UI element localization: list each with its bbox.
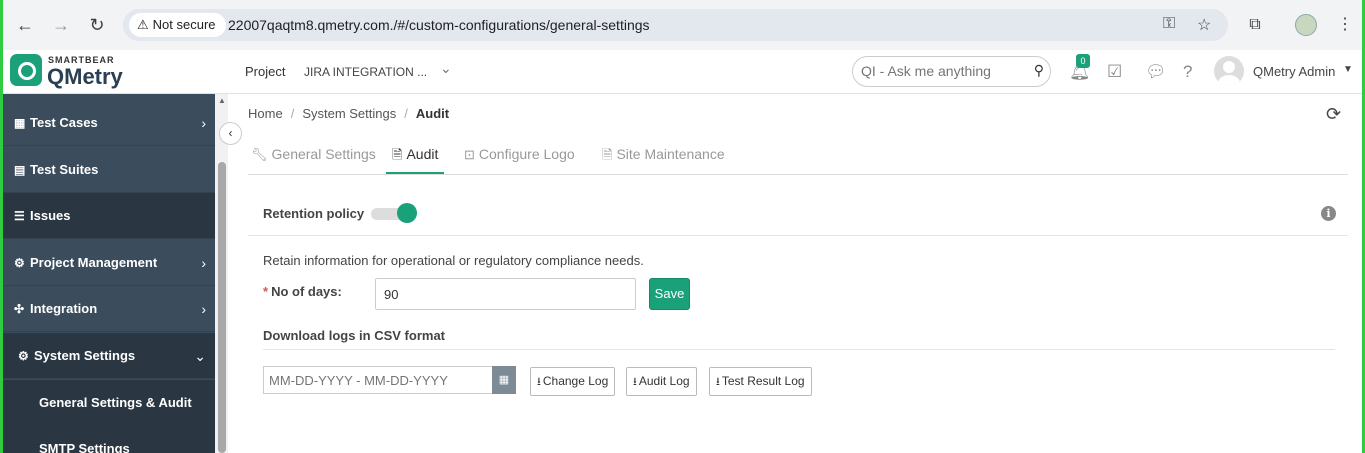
logo-brand-name: QMetry [47, 64, 123, 89]
chevron-right-icon: › [201, 255, 206, 271]
date-range-input[interactable] [263, 366, 493, 394]
project-label: Project [245, 64, 286, 79]
download-logs-title: Download logs in CSV format [263, 328, 446, 343]
sidebar: ▦ Test Cases › ▤ Test Suites ☰ Issues ⚙ Proje… [3, 94, 215, 453]
breadcrumb-current: Audit [415, 106, 450, 121]
chevron-right-icon: › [201, 115, 206, 131]
more-menu-icon[interactable]: ⋮ [1333, 13, 1357, 37]
caret-down-icon[interactable]: ▼ [1343, 64, 1353, 75]
no-of-days-label: * No of days: [263, 284, 342, 299]
toggle-knob[interactable] [397, 203, 417, 223]
breadcrumb: Home / System Settings / Audit [248, 106, 450, 121]
user-name[interactable]: QMetry Admin [1253, 64, 1335, 79]
file-icon: 🗎 [392, 147, 403, 162]
puzzle-icon: ✣ [14, 302, 25, 316]
change-log-button[interactable]: ⭳ Change Log [530, 367, 616, 396]
tab-site-maintenance[interactable]: 🗎 Site Maintenance [602, 136, 725, 174]
refresh-icon[interactable]: ⟳ [1326, 104, 1341, 125]
info-icon[interactable]: i [1321, 206, 1336, 221]
list-icon: ☰ [14, 209, 25, 223]
download-icon: ⭳ [716, 376, 720, 388]
cogs-icon: ⚙ [14, 256, 25, 270]
scroll-up-arrow-icon[interactable]: ▲ [218, 96, 226, 105]
chevron-down-icon[interactable]: ⌄ [440, 60, 452, 77]
sidebar-subitem-general-settings-audit[interactable]: General Settings & Audit [3, 380, 215, 426]
gear-icon: ⚙ [18, 349, 29, 363]
audit-log-button[interactable]: ⭳ Audit Log [626, 367, 697, 396]
help-icon[interactable]: ? [1183, 62, 1192, 82]
file-icon: 🗎 [602, 147, 613, 162]
sidebar-item-test-suites[interactable]: ▤ Test Suites [3, 147, 215, 193]
forward-icon[interactable]: → [49, 13, 73, 37]
collapse-sidebar-button[interactable]: ‹ [219, 122, 242, 145]
retention-policy-row: Retention policy i [248, 193, 1348, 236]
star-icon[interactable]: ☆ [1197, 15, 1211, 35]
image-edit-icon: ⊡ [464, 147, 475, 162]
wrench-icon: 🔧︎ [251, 147, 268, 162]
sidebar-item-system-settings[interactable]: ⚙ System Settings ⌄ [3, 333, 215, 379]
url-text: 22007qaqtm8.qmetry.com./#/custom-configu… [228, 17, 650, 33]
chat-icon[interactable]: 💬︎ [1145, 62, 1167, 82]
sidebar-item-issues[interactable]: ☰ Issues [3, 193, 215, 239]
notification-badge: 0 [1076, 54, 1090, 68]
not-secure-badge[interactable]: ⚠ Not secure [129, 13, 226, 37]
back-icon[interactable]: ← [13, 13, 37, 37]
tab-configure-logo[interactable]: ⊡ Configure Logo [464, 136, 575, 174]
qi-search-box[interactable]: ⚲ [852, 56, 1051, 87]
extensions-icon[interactable]: ⧉ [1243, 13, 1267, 37]
qmetry-logo-icon[interactable] [10, 54, 42, 86]
reload-icon[interactable]: ↻ [85, 13, 109, 37]
search-input[interactable] [861, 63, 1021, 79]
divider [263, 349, 1335, 350]
grid-icon: ▦ [14, 116, 26, 130]
sidebar-scroll-thumb[interactable] [218, 162, 226, 453]
no-of-days-input[interactable] [375, 278, 636, 310]
address-bar[interactable]: ⚠ Not secure 22007qaqtm8.qmetry.com./#/cu… [123, 9, 1228, 41]
breadcrumb-home[interactable]: Home [248, 106, 283, 121]
sidebar-item-test-cases[interactable]: ▦ Test Cases › [3, 100, 215, 146]
chevron-down-icon: ⌄ [194, 348, 206, 364]
calendar-icon[interactable]: ▦ [492, 366, 516, 394]
search-icon[interactable]: ⚲ [1034, 62, 1044, 79]
suite-icon: ▤ [14, 163, 26, 177]
app-header: SMARTBEAR QMetry Project JIRA INTEGRATIO… [3, 50, 1362, 94]
tab-audit[interactable]: 🗎 Audit [386, 136, 445, 174]
settings-tabs: 🔧︎ General Settings 🗎 Audit ⊡ Configure Log… [248, 136, 1348, 175]
tab-general-settings[interactable]: 🔧︎ General Settings [251, 136, 376, 174]
project-selector[interactable]: JIRA INTEGRATION ... [304, 65, 427, 79]
required-marker: * [263, 284, 269, 299]
avatar[interactable] [1214, 56, 1244, 86]
warning-icon: ⚠ [137, 17, 149, 32]
chevron-right-icon: › [201, 301, 206, 317]
download-icon: ⭳ [537, 376, 541, 388]
browser-toolbar: ← → ↻ ⚠ Not secure 22007qaqtm8.qmetry.com… [3, 0, 1362, 50]
download-icon: ⭳ [633, 376, 637, 388]
breadcrumb-system-settings[interactable]: System Settings [302, 106, 396, 121]
retain-description: Retain information for operational or re… [263, 253, 644, 268]
calendar-check-icon[interactable]: ☑ [1107, 62, 1122, 82]
sidebar-subitem-smtp-settings[interactable]: SMTP Settings [3, 426, 215, 453]
sidebar-item-integration[interactable]: ✣ Integration › [3, 286, 215, 332]
retention-policy-label: Retention policy [263, 206, 365, 221]
key-icon[interactable]: ⚿ [1163, 15, 1175, 33]
sidebar-item-project-management[interactable]: ⚙ Project Management › [3, 240, 215, 286]
browser-profile-avatar[interactable] [1295, 14, 1317, 36]
test-result-log-button[interactable]: ⭳ Test Result Log [709, 367, 812, 396]
save-button[interactable]: Save [649, 278, 690, 310]
